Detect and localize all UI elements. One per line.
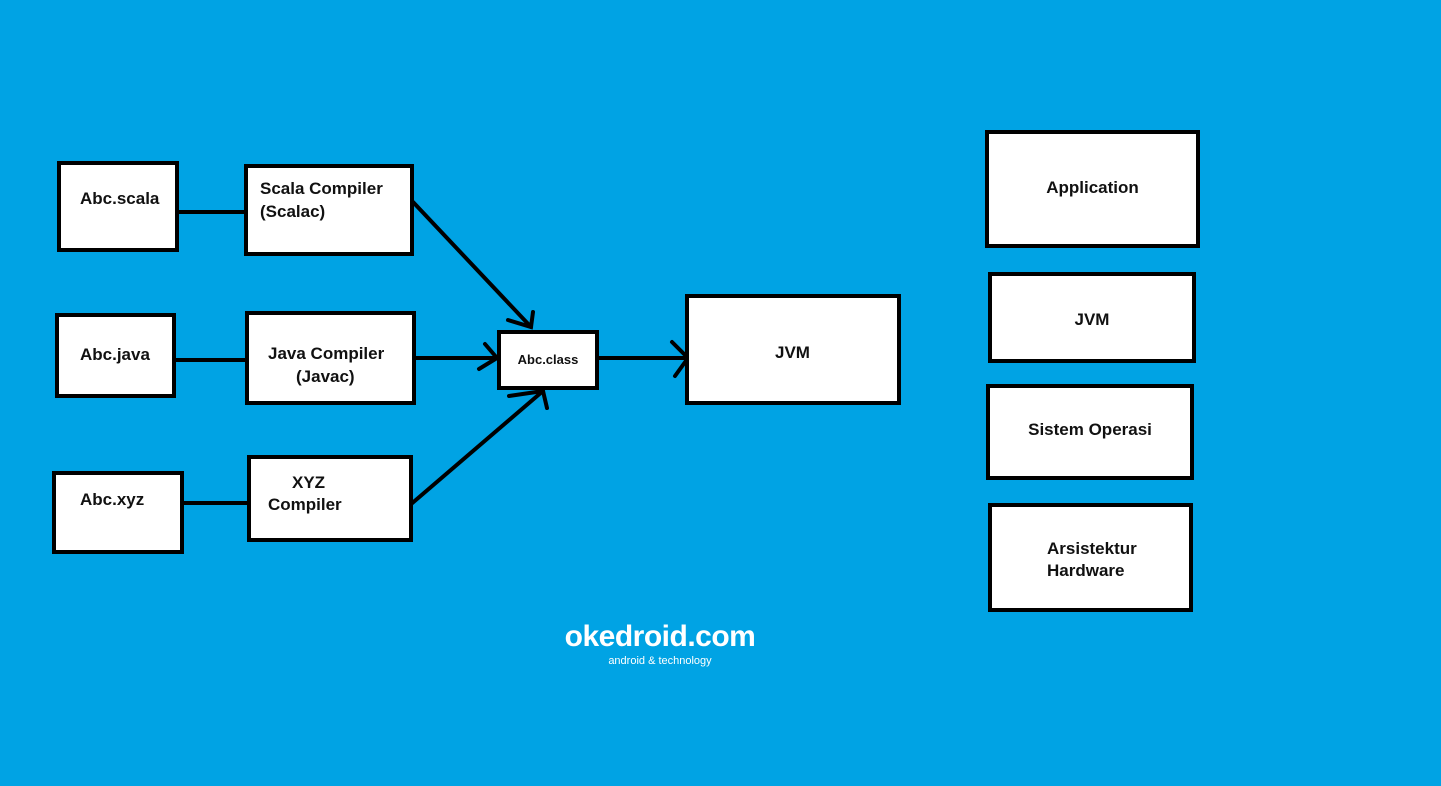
arrow-xyz-to-class bbox=[408, 388, 549, 507]
arrow-scala-to-class bbox=[411, 200, 535, 330]
box-label: Application bbox=[1046, 178, 1139, 197]
box-label: Abc.xyz bbox=[80, 490, 145, 509]
box-label: XYZ bbox=[292, 473, 326, 492]
stack-application: Application bbox=[985, 130, 1200, 248]
stack-operating-system: Sistem Operasi bbox=[986, 384, 1194, 480]
box-label: (Javac) bbox=[296, 367, 355, 386]
box-label: Sistem Operasi bbox=[1028, 420, 1152, 439]
box-label: Abc.class bbox=[517, 352, 579, 367]
box-label: Arsistektur bbox=[1047, 539, 1137, 558]
box-label: Java Compiler bbox=[268, 344, 385, 363]
box-label: Compiler bbox=[268, 495, 342, 514]
jvm-box: JVM bbox=[685, 294, 901, 405]
watermark-tagline: android & technology bbox=[608, 655, 712, 667]
box-label: Abc.scala bbox=[80, 189, 160, 208]
box-label: JVM bbox=[775, 343, 810, 362]
bytecode-abc-class: Abc.class bbox=[497, 330, 599, 390]
watermark-title: okedroid.com bbox=[564, 620, 756, 653]
scala-compiler: Scala Compiler (Scalac) bbox=[244, 164, 414, 256]
stack-hardware: Arsistektur Hardware bbox=[988, 503, 1193, 612]
stack-jvm: JVM bbox=[988, 272, 1196, 363]
xyz-compiler: XYZ Compiler bbox=[247, 455, 413, 542]
box-label: Scala Compiler bbox=[260, 179, 383, 198]
box-label: JVM bbox=[1074, 310, 1110, 329]
source-abc-java: Abc.java bbox=[55, 313, 176, 398]
source-abc-xyz: Abc.xyz bbox=[52, 471, 184, 554]
box-label: Hardware bbox=[1047, 561, 1125, 580]
box-label: Abc.java bbox=[80, 345, 150, 364]
source-abc-scala: Abc.scala bbox=[57, 161, 179, 252]
arrow-java-to-class bbox=[413, 342, 501, 371]
box-label: (Scalac) bbox=[260, 202, 326, 221]
java-compiler: Java Compiler (Javac) bbox=[245, 311, 416, 405]
arrow-class-to-jvm bbox=[596, 340, 691, 378]
watermark-logo: okedroid.com android & technology bbox=[560, 620, 760, 668]
